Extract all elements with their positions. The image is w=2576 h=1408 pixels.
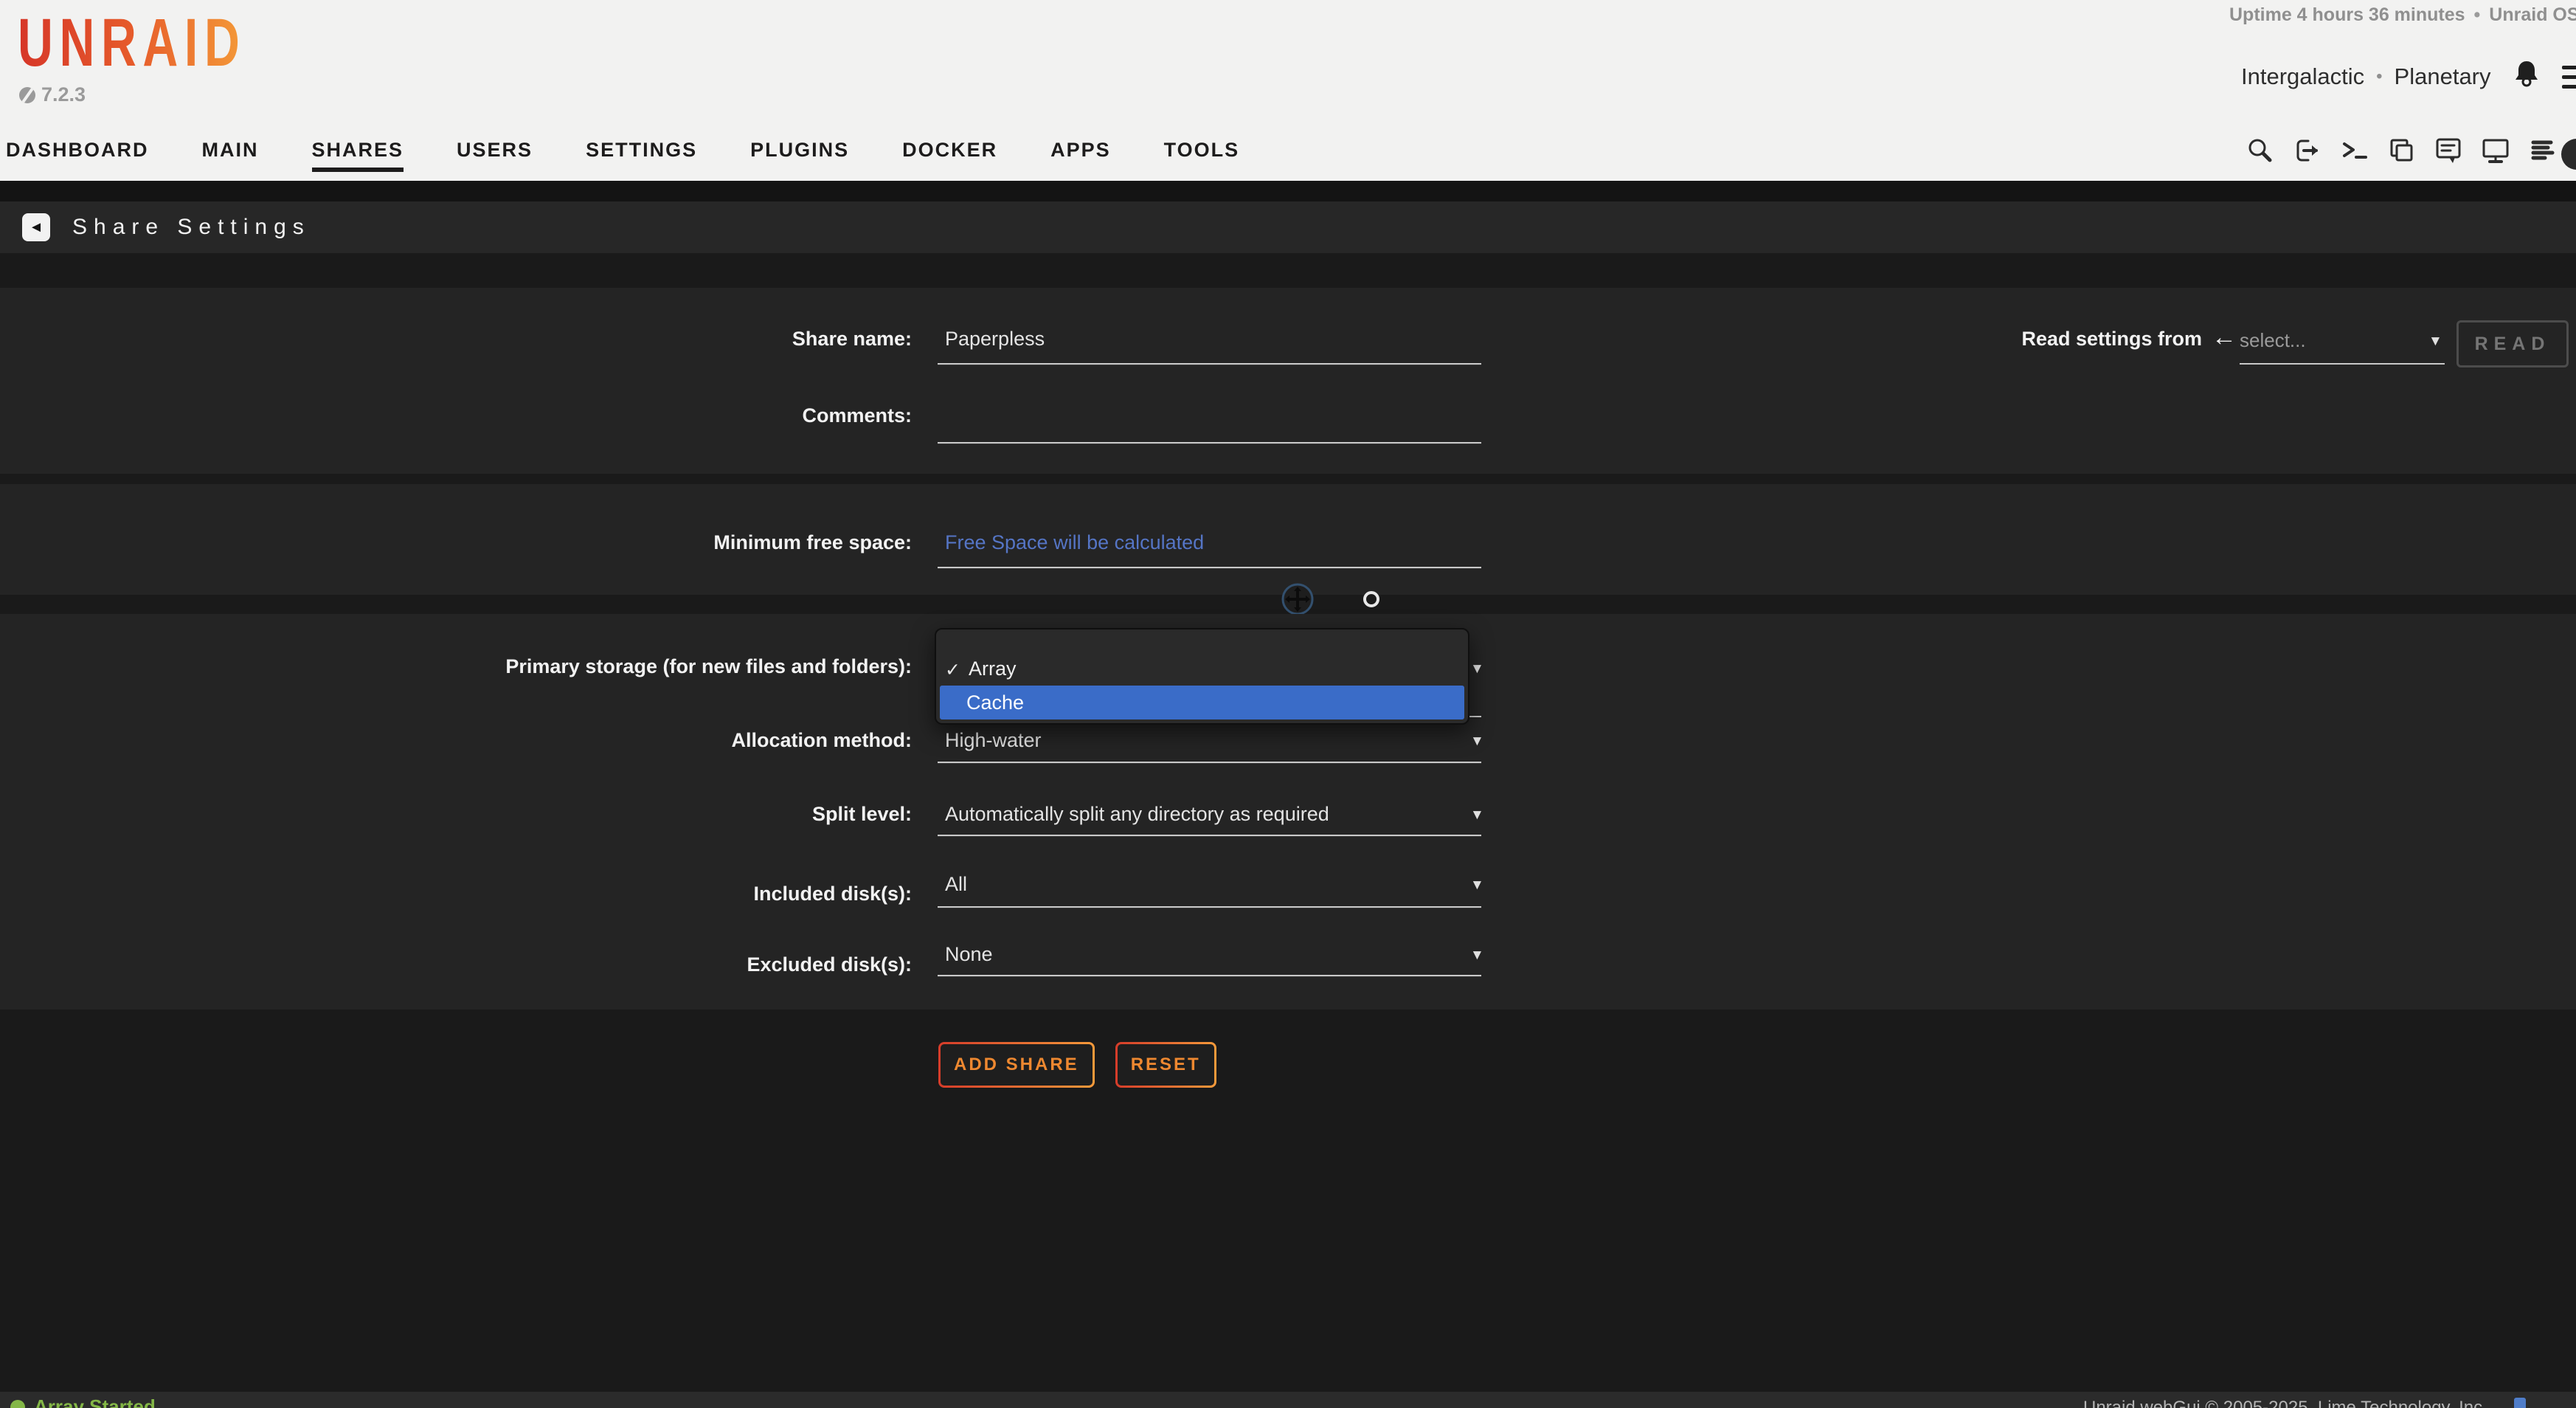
allocation-method-label: Allocation method: — [0, 729, 912, 752]
server-name[interactable]: Intergalactic — [2241, 63, 2364, 90]
split-level-label: Split level: — [0, 803, 912, 826]
log-icon[interactable] — [2529, 136, 2557, 165]
dropdown-caret-icon: ▼ — [2428, 334, 2442, 350]
page-title: Share Settings — [72, 215, 311, 240]
status-dot-icon — [10, 1400, 25, 1408]
dropdown-option-array[interactable]: Array — [969, 658, 1017, 680]
read-settings-label: Read settings from — [1933, 328, 2202, 351]
primary-storage-underline-sliver — [1469, 716, 1481, 717]
top-header: UNRAID 7.2.3 Uptime 4 hours 36 minutes • U… — [0, 0, 2576, 181]
unraid-logo: UNRAID — [18, 4, 246, 82]
notifications-bell-icon[interactable] — [2513, 59, 2540, 94]
dropdown-caret-icon: ▼ — [1470, 877, 1484, 894]
title-bar: ◄ Share Settings — [0, 201, 2576, 253]
section-identity — [0, 288, 2576, 474]
reset-button[interactable]: RESET — [1115, 1042, 1216, 1088]
version-badge-icon — [19, 87, 35, 103]
nav-utility-icons — [2246, 136, 2557, 165]
read-settings-select[interactable]: select... — [2240, 329, 2306, 352]
footer-copyright: Unraid webGui © 2005-2025, Lime Technolo… — [2083, 1398, 2487, 1408]
unraid-share-settings-screen: UNRAID 7.2.3 Uptime 4 hours 36 minutes • U… — [0, 0, 2576, 1408]
nav-main[interactable]: MAIN — [202, 139, 259, 172]
comments-underline — [938, 442, 1481, 444]
array-status-label: Array Started — [34, 1395, 156, 1408]
nav-dashboard[interactable]: DASHBOARD — [6, 139, 149, 172]
version-row: 7.2.3 — [19, 83, 86, 106]
menu-hamburger-icon[interactable] — [2562, 66, 2576, 89]
add-share-button[interactable]: ADD SHARE — [938, 1042, 1095, 1088]
share-name-input[interactable]: Paperpless — [945, 328, 1045, 351]
dropdown-option-cache[interactable]: Cache — [940, 686, 1464, 719]
nav-docker[interactable]: DOCKER — [902, 139, 997, 172]
separator-dot: • — [2474, 4, 2481, 25]
min-free-space-label: Minimum free space: — [0, 531, 912, 554]
array-status: Array Started — [10, 1395, 156, 1408]
os-name: Unraid OS — [2489, 4, 2576, 25]
terminal-icon[interactable] — [2340, 136, 2368, 165]
dropdown-caret-icon: ▼ — [1470, 734, 1484, 750]
back-icon: ◄ — [29, 219, 44, 236]
action-buttons: ADD SHARE RESET — [938, 1042, 1216, 1088]
nav-apps[interactable]: APPS — [1050, 139, 1111, 172]
nav-bottom-strip — [0, 181, 2576, 201]
nav-settings[interactable]: SETTINGS — [586, 139, 697, 172]
excluded-disks-select[interactable]: None — [945, 943, 993, 966]
add-share-button-label: ADD SHARE — [941, 1044, 1093, 1086]
separator-dot: • — [2376, 66, 2382, 87]
min-free-space-input[interactable]: Free Space will be calculated — [945, 531, 1204, 554]
arrow-left-icon: ← — [2212, 323, 2237, 352]
copy-icon[interactable] — [2387, 136, 2415, 165]
feedback-chat-icon[interactable] — [2434, 136, 2462, 165]
included-disks-select[interactable]: All — [945, 873, 967, 896]
main-nav: DASHBOARD MAIN SHARES USERS SETTINGS PLU… — [6, 139, 1239, 172]
logout-icon[interactable] — [2293, 136, 2321, 165]
read-settings-underline — [2240, 363, 2445, 365]
reset-button-label: RESET — [1118, 1044, 1214, 1086]
allocation-method-underline — [938, 762, 1481, 763]
comments-label: Comments: — [0, 404, 912, 427]
dropdown-caret-icon: ▼ — [1470, 661, 1484, 677]
dropdown-caret-icon: ▼ — [1470, 807, 1484, 824]
check-icon: ✓ — [945, 659, 960, 681]
footer-bar: Array Started Unraid webGui © 2005-2025,… — [0, 1392, 2576, 1408]
nav-shares[interactable]: SHARES — [312, 139, 404, 172]
server-line: Intergalactic • Planetary — [2241, 59, 2576, 94]
excluded-disks-label: Excluded disk(s): — [0, 953, 912, 976]
circle-cursor-icon — [1363, 591, 1379, 607]
share-name-label: Share name: — [0, 328, 912, 351]
nav-users[interactable]: USERS — [457, 139, 533, 172]
back-button[interactable]: ◄ — [22, 213, 50, 241]
allocation-method-select[interactable]: High-water — [945, 729, 1042, 752]
min-free-space-underline — [938, 567, 1481, 568]
share-name-underline — [938, 363, 1481, 365]
split-level-select[interactable]: Automatically split any directory as req… — [945, 803, 1329, 826]
uptime-line: Uptime 4 hours 36 minutes•Unraid OS Star… — [2229, 4, 2576, 26]
included-disks-label: Included disk(s): — [0, 883, 912, 905]
excluded-disks-underline — [938, 975, 1481, 976]
read-button[interactable]: READ — [2456, 320, 2569, 367]
dropdown-caret-icon: ▼ — [1470, 948, 1484, 964]
dropdown-option-cache-label: Cache — [966, 691, 1024, 714]
nav-tools[interactable]: TOOLS — [1164, 139, 1240, 172]
help-icon-partial[interactable] — [2561, 139, 2576, 170]
display-settings-icon[interactable] — [2482, 136, 2510, 165]
primary-storage-label: Primary storage (for new files and folde… — [0, 655, 912, 678]
uptime-text: Uptime 4 hours 36 minutes — [2229, 4, 2465, 25]
nav-plugins[interactable]: PLUGINS — [750, 139, 849, 172]
included-disks-underline — [938, 906, 1481, 908]
footer-link-icon[interactable] — [2514, 1398, 2526, 1408]
server-description: Planetary — [2395, 63, 2491, 90]
primary-storage-open-dropdown: ✓ Array Cache — [935, 628, 1469, 725]
version-label: 7.2.3 — [41, 83, 86, 106]
search-icon[interactable] — [2246, 136, 2274, 165]
split-level-underline — [938, 835, 1481, 836]
